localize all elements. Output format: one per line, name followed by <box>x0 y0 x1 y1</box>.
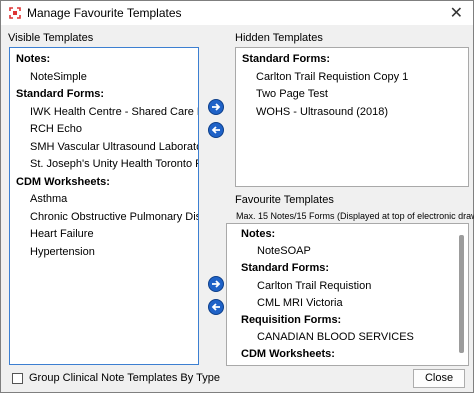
list-item[interactable]: CML MRI Victoria <box>257 297 343 309</box>
list-item[interactable]: WOHS - Ultrasound (2018) <box>256 106 388 118</box>
remove-from-favourite-button[interactable] <box>208 299 224 315</box>
move-to-favourite-button[interactable] <box>208 276 224 292</box>
list-item[interactable]: NoteSimple <box>30 71 87 83</box>
list-group-header: Notes: <box>16 53 51 65</box>
arrow-right-icon <box>212 103 221 111</box>
list-item[interactable]: St. Joseph's Unity Health Toronto Re... <box>30 158 198 170</box>
list-item[interactable]: RCH Echo <box>30 123 82 135</box>
list-item[interactable]: Heart Failure <box>30 228 94 240</box>
favourite-templates-list[interactable]: Notes: NoteSOAP Standard Forms: Carlton Tra… <box>226 223 469 366</box>
list-item[interactable]: IWK Health Centre - Shared Care Ref... <box>30 106 198 118</box>
app-icon <box>9 7 21 19</box>
move-to-visible-button[interactable] <box>208 122 224 138</box>
list-group-header: Notes: <box>241 228 276 240</box>
manage-favourite-templates-dialog: Manage Favourite Templates ✕ Visible Tem… <box>0 0 474 393</box>
visible-templates-list[interactable]: Notes: NoteSimple Standard Forms: IWK Healt… <box>9 47 199 365</box>
window-title: Manage Favourite Templates <box>27 6 182 20</box>
hidden-templates-label: Hidden Templates <box>235 32 323 44</box>
close-button[interactable]: Close <box>413 369 465 388</box>
group-by-type-label: Group Clinical Note Templates By Type <box>29 372 220 384</box>
list-item[interactable]: Carlton Trail Requistion <box>257 280 371 292</box>
hidden-templates-list[interactable]: Standard Forms: Carlton Trail Requistion … <box>235 47 469 187</box>
list-item[interactable]: CANADIAN BLOOD SERVICES <box>257 331 414 343</box>
arrow-left-icon <box>211 303 220 311</box>
list-item[interactable]: SMH Vascular Ultrasound Laborator... <box>30 141 198 153</box>
favourite-templates-label: Favourite Templates <box>235 194 334 206</box>
list-group-header: Standard Forms: <box>242 53 331 65</box>
list-item[interactable]: NoteSOAP <box>257 245 311 257</box>
list-group-header: Standard Forms: <box>241 262 330 275</box>
list-item[interactable]: Hypertension <box>30 246 95 258</box>
favourite-limit-note: Max. 15 Notes/15 Forms (Displayed at top… <box>236 211 474 221</box>
list-item[interactable]: Asthma <box>30 193 67 205</box>
list-item[interactable]: Chronic Obstructive Pulmonary Dise... <box>30 211 198 223</box>
scrollbar-thumb[interactable] <box>459 235 464 353</box>
list-item[interactable]: Carlton Trail Requistion Copy 1 <box>256 71 408 83</box>
arrow-left-icon <box>211 126 220 134</box>
move-to-hidden-button[interactable] <box>208 99 224 115</box>
arrow-right-icon <box>212 280 221 288</box>
group-by-type-checkbox[interactable] <box>12 373 23 384</box>
list-item[interactable]: Two Page Test <box>256 88 328 100</box>
favourite-scrollbar[interactable] <box>457 226 466 363</box>
list-group-header: CDM Worksheets: <box>241 348 335 361</box>
list-group-header: CDM Worksheets: <box>16 175 110 188</box>
title-bar: Manage Favourite Templates ✕ <box>1 1 473 25</box>
visible-templates-label: Visible Templates <box>8 32 94 44</box>
list-group-header: Requisition Forms: <box>241 314 342 326</box>
list-group-header: Standard Forms: <box>16 88 105 100</box>
window-close-icon[interactable]: ✕ <box>450 3 463 22</box>
